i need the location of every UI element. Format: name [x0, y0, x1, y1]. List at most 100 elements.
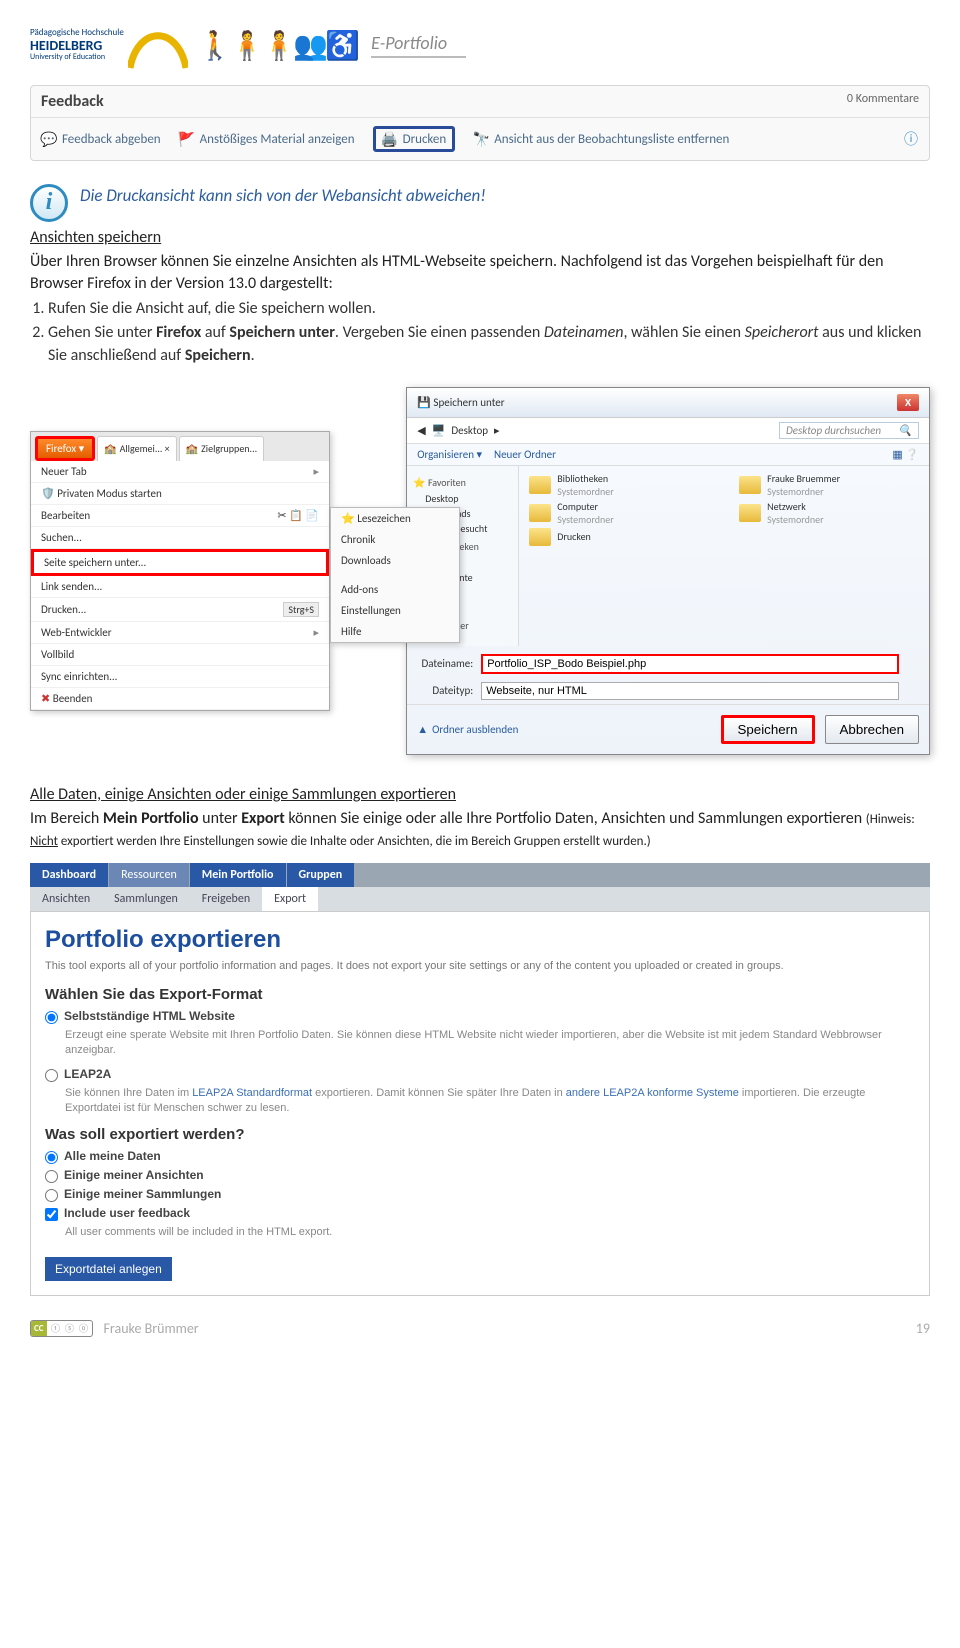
sidebar-desktop[interactable]: Desktop: [413, 491, 512, 506]
subnav-views[interactable]: Ansichten: [30, 887, 102, 911]
create-export-button[interactable]: Exportdatei anlegen: [45, 1257, 172, 1281]
nav-portfolio[interactable]: Mein Portfolio: [190, 863, 286, 887]
logo-line3: University of Education: [30, 53, 124, 62]
menu-private[interactable]: 🛡️ Privaten Modus starten: [31, 483, 329, 505]
subnav-export[interactable]: Export: [262, 887, 318, 911]
filetype-label: Dateityp:: [417, 684, 473, 697]
info-small-icon[interactable]: ⓘ: [903, 131, 919, 147]
nav-groups[interactable]: Gruppen: [287, 863, 355, 887]
format-leap-option[interactable]: LEAP2A: [45, 1067, 915, 1082]
main-nav: Dashboard Ressourcen Mein Portfolio Grup…: [30, 863, 930, 887]
format-html-option[interactable]: Selbstständige HTML Website: [45, 1009, 915, 1024]
shortcut-badge: Strg+S: [283, 602, 319, 617]
include-feedback-option[interactable]: Include user feedback: [45, 1206, 915, 1221]
filetype-select[interactable]: [481, 682, 899, 700]
save-views-intro: Über Ihren Browser können Sie einzelne A…: [30, 251, 930, 296]
export-panel-title: Portfolio exportieren: [45, 926, 915, 954]
submenu-downloads[interactable]: Downloads: [331, 550, 459, 571]
what-all-option[interactable]: Alle meine Daten: [45, 1149, 915, 1164]
star-icon: ⭐: [341, 512, 355, 525]
leap-standard-link[interactable]: LEAP2A Standardformat: [192, 1087, 312, 1099]
instruction-2: Gehen Sie unter Firefox auf Speichern un…: [48, 322, 930, 367]
info-icon: i: [30, 184, 68, 222]
menu-new-tab[interactable]: Neuer Tab▸: [31, 461, 329, 483]
submenu-history[interactable]: Chronik: [331, 529, 459, 550]
new-folder-button[interactable]: Neuer Ordner: [494, 448, 556, 461]
submenu-settings[interactable]: Einstellungen: [331, 600, 459, 621]
menu-search[interactable]: Suchen...: [31, 527, 329, 549]
back-button[interactable]: ◀: [417, 424, 425, 437]
firefox-menu-screenshot: Firefox ▾ 🏫Allgemei... × 🏫Zielgruppen...…: [30, 431, 330, 711]
breadcrumb[interactable]: Desktop: [451, 424, 488, 437]
browser-tab-1[interactable]: 🏫Allgemei... ×: [97, 436, 177, 461]
export-panel: Portfolio exportieren This tool exports …: [30, 911, 930, 1296]
menu-print[interactable]: Drucken...Strg+S: [31, 598, 329, 622]
save-button[interactable]: Speichern: [721, 715, 815, 744]
radio-some-views[interactable]: [45, 1170, 58, 1183]
instruction-1: Rufen Sie die Ansicht auf, die Sie speic…: [48, 298, 930, 320]
feedback-comment-count: 0 Kommentare: [847, 92, 919, 111]
folder-icon: [529, 504, 551, 522]
subnav-collections[interactable]: Sammlungen: [102, 887, 190, 911]
folder-computer[interactable]: ComputerSystemordner: [529, 500, 709, 526]
doc-section-title: E-Portfolio: [371, 32, 466, 58]
leap-systems-link[interactable]: andere LEAP2A konforme Systeme: [566, 1087, 739, 1099]
desktop-icon: 🖥️: [432, 424, 446, 437]
export-panel-desc: This tool exports all of your portfolio …: [45, 960, 915, 972]
view-icons[interactable]: ▦ ❔: [892, 448, 919, 461]
cancel-button[interactable]: Abbrechen: [825, 715, 919, 744]
radio-leap[interactable]: [45, 1069, 58, 1082]
checkbox-feedback[interactable]: [45, 1208, 58, 1221]
menu-webdev[interactable]: Web-Entwickler▸: [31, 622, 329, 644]
dialog-search-input[interactable]: Desktop durchsuchen🔍: [779, 422, 919, 439]
menu-fullscreen[interactable]: Vollbild: [31, 644, 329, 666]
page-footer: CC① ⑤ ⓪ Frauke Brümmer 19: [30, 1320, 930, 1337]
export-intro: Im Bereich Mein Portfolio unter Export k…: [30, 808, 930, 853]
dialog-close-button[interactable]: X: [897, 394, 919, 411]
sidebar-favorites[interactable]: ⭐ Favoriten: [413, 476, 512, 489]
search-icon: 🔍: [898, 424, 912, 437]
feedback-title: Feedback: [41, 92, 104, 111]
feedback-unwatch-link[interactable]: 🔭 Ansicht aus der Beobachtungsliste entf…: [473, 131, 729, 147]
hide-folders-link[interactable]: ▲Ordner ausblenden: [417, 723, 518, 736]
save-views-heading: Ansichten speichern: [30, 228, 930, 247]
menu-edit[interactable]: Bearbeiten✂ 📋 📄: [31, 505, 329, 527]
menu-send-link[interactable]: Link senden...: [31, 576, 329, 598]
radio-html[interactable]: [45, 1011, 58, 1024]
folder-print[interactable]: Drucken: [529, 528, 709, 546]
filename-label: Dateiname:: [417, 657, 473, 670]
submenu-help[interactable]: Hilfe: [331, 621, 459, 642]
feedback-report-link[interactable]: 🚩 Anstößiges Material anzeigen: [179, 131, 355, 147]
firefox-button[interactable]: Firefox ▾: [35, 436, 95, 461]
include-feedback-desc: All user comments will be included in th…: [65, 1225, 915, 1240]
subnav-share[interactable]: Freigeben: [190, 887, 262, 911]
firefox-submenu: ⭐ Lesezeichen Chronik Downloads Add-ons …: [330, 507, 460, 643]
menu-save-as[interactable]: Seite speichern unter...: [31, 549, 329, 576]
menu-sync[interactable]: Sync einrichten...: [31, 666, 329, 688]
browser-tab-2[interactable]: 🏫Zielgruppen...: [179, 436, 264, 461]
export-heading: Alle Daten, einige Ansichten oder einige…: [30, 785, 930, 804]
folder-libraries[interactable]: BibliothekenSystemordner: [529, 472, 709, 498]
nav-resources[interactable]: Ressourcen: [109, 863, 189, 887]
feedback-print-link[interactable]: 🖨️ Drucken: [373, 126, 456, 152]
what-collections-option[interactable]: Einige meiner Sammlungen: [45, 1187, 915, 1202]
folder-icon: [529, 528, 551, 546]
submenu-addons[interactable]: Add-ons: [331, 579, 459, 600]
folder-icon: [739, 476, 761, 494]
menu-quit[interactable]: ✖ Beenden: [31, 688, 329, 710]
what-views-option[interactable]: Einige meiner Ansichten: [45, 1168, 915, 1183]
folder-network[interactable]: NetzwerkSystemordner: [739, 500, 919, 526]
close-icon: ✖: [41, 692, 50, 705]
folder-user[interactable]: Frauke BruemmerSystemordner: [739, 472, 919, 498]
globe-icon: 🏫: [104, 442, 116, 455]
feedback-give-link[interactable]: 💬 Feedback abgeben: [41, 131, 161, 147]
organize-button[interactable]: Organisieren ▾: [417, 448, 482, 461]
nav-dashboard[interactable]: Dashboard: [30, 863, 108, 887]
save-icon: 💾: [417, 396, 431, 409]
feedback-unwatch-label: Ansicht aus der Beobachtungsliste entfer…: [494, 132, 729, 147]
radio-all[interactable]: [45, 1151, 58, 1164]
filename-input[interactable]: [481, 654, 899, 674]
print-warning-callout: Die Druckansicht kann sich von der Weban…: [80, 185, 486, 206]
radio-some-coll[interactable]: [45, 1189, 58, 1202]
submenu-bookmarks[interactable]: ⭐ Lesezeichen: [331, 508, 459, 529]
